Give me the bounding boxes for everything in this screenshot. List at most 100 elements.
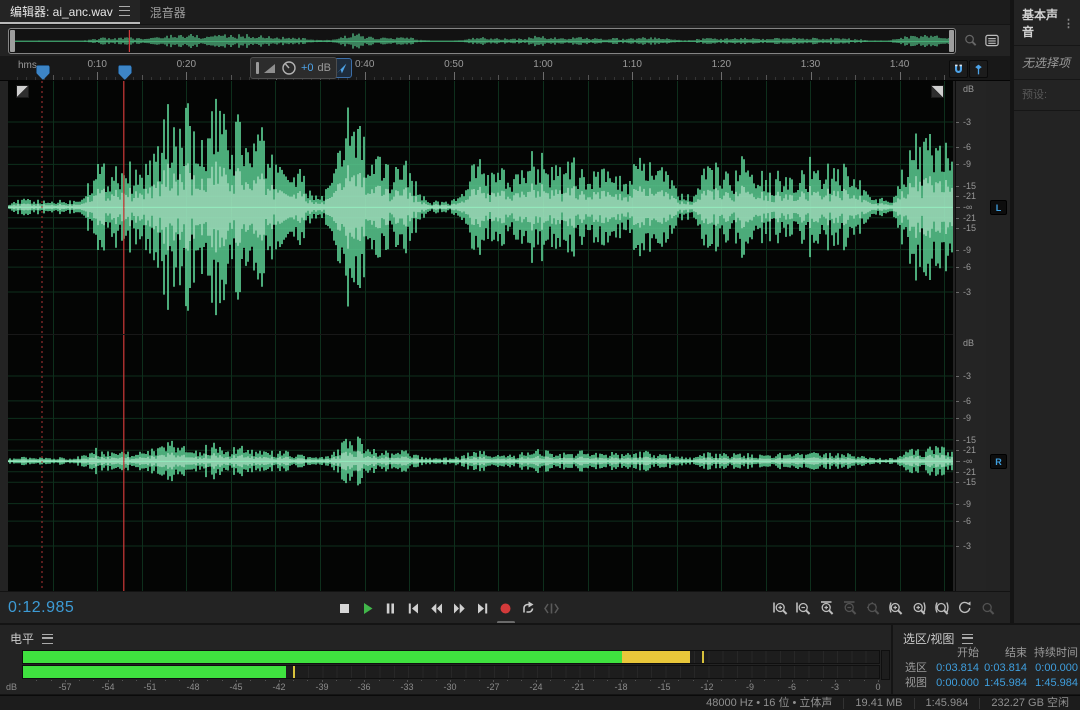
meter-scale-tick — [279, 680, 280, 682]
ruler-tick — [160, 77, 161, 80]
skip-to-end-button[interactable] — [472, 599, 492, 617]
ruler-tick — [730, 77, 731, 80]
ruler-tick — [365, 72, 366, 80]
overview-left-handle[interactable] — [10, 30, 15, 52]
timeline-ruler[interactable]: hms 0:100:200:300:400:501:001:101:201:30… — [0, 56, 1010, 81]
overview-waveform — [15, 30, 949, 52]
meter-scale-tick — [778, 680, 779, 681]
clip-indicator[interactable] — [881, 650, 890, 680]
db-tick — [956, 418, 959, 419]
zoom-reset-amplitude-button[interactable] — [863, 599, 883, 617]
ruler-tick — [516, 77, 517, 80]
db-center-label: -∞ — [963, 456, 972, 466]
sv-end-value[interactable]: 0:03.814 — [979, 661, 1027, 676]
overview-navigator[interactable] — [8, 28, 956, 54]
sv-start-value[interactable]: 0:03.814 — [927, 661, 979, 676]
ruler-tick — [195, 77, 196, 80]
meter-green-fill — [23, 666, 286, 678]
ruler-tick — [588, 75, 589, 80]
zoom-to-selection-icon — [934, 601, 950, 616]
tab-editor[interactable]: 编辑器: ai_anc.wav — [0, 0, 140, 24]
rewind-icon — [428, 600, 445, 617]
panel-menu-icon[interactable] — [119, 6, 130, 16]
meter-scale-label: -36 — [357, 682, 370, 692]
meter-scale-tick — [693, 680, 694, 681]
ruler-tick — [454, 72, 455, 80]
pause-button[interactable] — [380, 599, 400, 617]
overview-menu-icon[interactable] — [983, 31, 1001, 49]
record-icon — [497, 600, 514, 617]
fast-forward-button[interactable] — [449, 599, 469, 617]
db-tick — [956, 207, 960, 208]
ruler-tick — [650, 77, 651, 80]
hud-grip[interactable] — [256, 62, 259, 74]
amplitude-ruler[interactable]: dB-∞-3-3-6-6-9-9-15-15-21-21dB-∞-3-3-6-6… — [955, 81, 986, 591]
move-playhead-icon — [543, 600, 560, 617]
db-scale-label: -6 — [963, 396, 971, 406]
ruler-tick — [686, 77, 687, 80]
ruler-tick — [837, 77, 838, 80]
sv-duration-value[interactable]: 1:45.984 — [1027, 676, 1078, 691]
marker-button[interactable] — [969, 60, 988, 78]
playhead-time-display[interactable]: 0:12.985 — [8, 599, 74, 617]
snap-button[interactable] — [949, 60, 968, 78]
levels-menu-icon[interactable] — [42, 634, 53, 644]
record-button[interactable] — [495, 599, 515, 617]
zoom-out-amplitude-icon — [842, 601, 858, 616]
db-scale-label: -6 — [963, 142, 971, 152]
cti-marker[interactable] — [36, 65, 50, 80]
skip-to-start-icon — [405, 600, 422, 617]
sv-duration-value[interactable]: 0:00.000 — [1027, 661, 1078, 676]
sv-end-value[interactable]: 1:45.984 — [979, 676, 1027, 691]
sv-start-value[interactable]: 0:00.000 — [927, 676, 979, 691]
level-meter-left — [22, 650, 880, 664]
display-split-grip-left[interactable] — [16, 85, 29, 98]
status-free-space: 232.27 GB 空闲 — [979, 698, 1080, 709]
zoom-in-time-button[interactable] — [771, 599, 791, 617]
meter-scale-tick — [407, 680, 408, 682]
fade-icon[interactable] — [263, 61, 277, 75]
loop-playback-button[interactable] — [518, 599, 538, 617]
channel-badge-left[interactable]: L — [990, 200, 1007, 215]
ruler-tick — [222, 77, 223, 80]
play-button[interactable] — [357, 599, 377, 617]
db-tick — [956, 376, 959, 377]
stop-button[interactable] — [334, 599, 354, 617]
zoom-in-right-edge-button[interactable] — [909, 599, 929, 617]
move-playhead-button[interactable] — [541, 599, 561, 617]
ruler-tick — [926, 77, 927, 80]
ruler-tick — [614, 77, 615, 80]
db-scale-label: -9 — [963, 245, 971, 255]
gain-value[interactable]: +0 — [301, 62, 314, 74]
zoom-in-amplitude-button[interactable] — [817, 599, 837, 617]
selection-view-menu-icon[interactable] — [962, 634, 973, 644]
playhead-marker[interactable] — [118, 65, 132, 80]
ruler-tick — [784, 77, 785, 80]
fast-forward-icon — [451, 600, 468, 617]
meter-scale-tick — [379, 680, 380, 681]
gain-knob-icon[interactable] — [281, 60, 297, 76]
overview-zoom-icon[interactable] — [961, 31, 979, 49]
kebab-menu-icon[interactable]: ⋮ — [1063, 17, 1074, 30]
db-tick — [956, 122, 959, 123]
ruler-tick — [712, 77, 713, 80]
overview-right-handle[interactable] — [949, 30, 954, 52]
ruler-tick — [891, 77, 892, 80]
zoom-out-time-button[interactable] — [794, 599, 814, 617]
zoom-full-button[interactable] — [978, 599, 998, 617]
channel-badge-right[interactable]: R — [990, 454, 1007, 469]
ruler-tick — [356, 77, 357, 80]
rewind-button[interactable] — [426, 599, 446, 617]
zoom-to-selection-button[interactable] — [932, 599, 952, 617]
zoom-reset-button[interactable] — [955, 599, 975, 617]
tab-mixer[interactable]: 混音器 — [140, 0, 196, 24]
zoom-out-amplitude-button[interactable] — [840, 599, 860, 617]
waveform-canvas[interactable] — [8, 81, 953, 591]
meter-scale-tick — [493, 680, 494, 682]
skip-to-start-button[interactable] — [403, 599, 423, 617]
display-split-grip-right[interactable] — [931, 85, 944, 98]
sv-corner-cell — [895, 646, 927, 661]
meter-scale-label: -54 — [101, 682, 114, 692]
zoom-in-left-edge-button[interactable] — [886, 599, 906, 617]
status-bar: 48000 Hz • 16 位 • 立体声 19.41 MB 1:45.984 … — [0, 695, 1080, 710]
